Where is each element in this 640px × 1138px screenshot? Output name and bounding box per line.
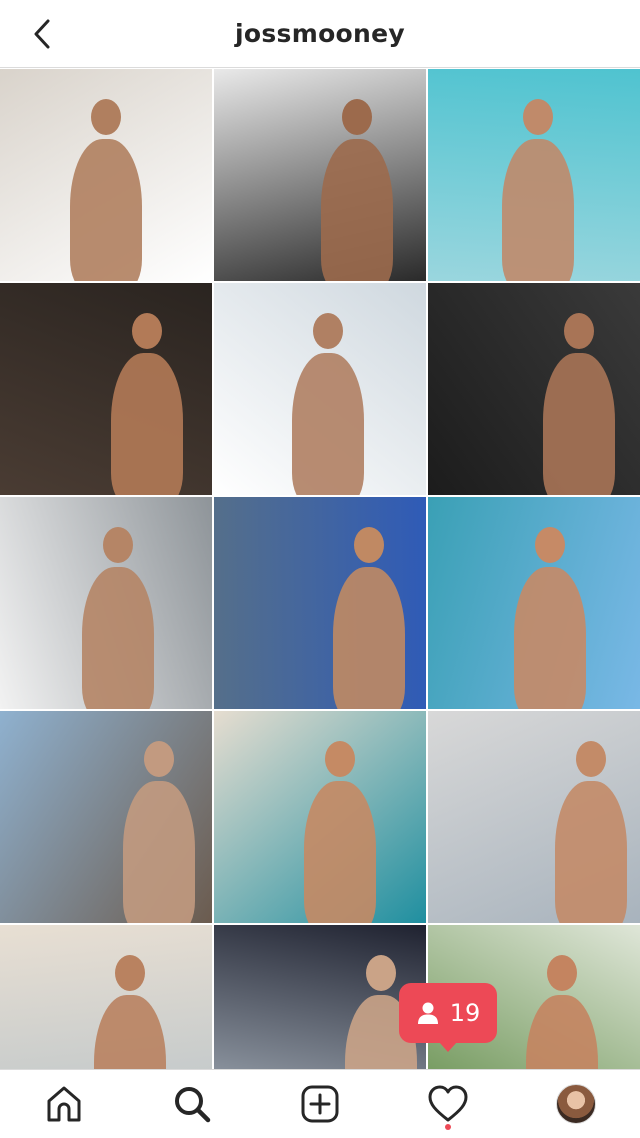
post-thumbnail[interactable]: [428, 497, 640, 709]
activity-dot: [445, 1124, 451, 1130]
post-thumbnail[interactable]: [214, 283, 426, 495]
post-thumbnail[interactable]: [428, 283, 640, 495]
photo-subject: [123, 781, 195, 923]
photo-subject-head: [535, 527, 565, 563]
profile-username-title: jossmooney: [235, 19, 405, 48]
follow-notification-badge[interactable]: 19: [399, 983, 497, 1052]
photo-background: [214, 69, 426, 281]
post-thumbnail[interactable]: [0, 925, 212, 1069]
photo-subject-head: [325, 741, 355, 777]
post-thumbnail[interactable]: [428, 711, 640, 923]
post-thumbnail[interactable]: [214, 497, 426, 709]
photo-subject: [70, 139, 142, 281]
photo-subject: [304, 781, 376, 923]
photo-subject-head: [91, 99, 121, 135]
photo-subject-head: [564, 313, 594, 349]
avatar: [556, 1084, 596, 1124]
post-thumbnail[interactable]: [214, 69, 426, 281]
nav-search-button[interactable]: [160, 1072, 224, 1136]
post-thumbnail[interactable]: [214, 925, 426, 1069]
photo-subject: [321, 139, 393, 281]
post-thumbnail[interactable]: [428, 69, 640, 281]
person-icon: [417, 1002, 438, 1024]
photo-subject: [111, 353, 183, 495]
bottom-navigation: [0, 1069, 640, 1138]
photo-subject-head: [354, 527, 384, 563]
post-thumbnail[interactable]: [0, 69, 212, 281]
photo-subject: [555, 781, 627, 923]
heart-icon: [428, 1085, 468, 1122]
post-thumbnail[interactable]: [0, 497, 212, 709]
top-bar: jossmooney: [0, 0, 640, 68]
posts-grid: [0, 69, 640, 1069]
screen: jossmooney 19: [0, 0, 640, 1138]
photo-subject: [514, 567, 586, 709]
photo-subject: [82, 567, 154, 709]
home-icon: [47, 1086, 81, 1122]
photo-subject-head: [115, 955, 145, 991]
post-thumbnail[interactable]: [214, 711, 426, 923]
post-thumbnail[interactable]: [0, 283, 212, 495]
photo-subject-head: [576, 741, 606, 777]
photo-subject: [333, 567, 405, 709]
nav-home-button[interactable]: [32, 1072, 96, 1136]
nav-profile-button[interactable]: [544, 1072, 608, 1136]
plus-square-icon: [301, 1085, 339, 1123]
search-icon: [175, 1087, 211, 1123]
post-thumbnail[interactable]: [0, 711, 212, 923]
photo-subject-head: [313, 313, 343, 349]
nav-activity-button[interactable]: [416, 1072, 480, 1136]
photo-subject-head: [144, 741, 174, 777]
photo-subject: [543, 353, 615, 495]
photo-subject: [502, 139, 574, 281]
photo-subject-head: [132, 313, 162, 349]
nav-new-post-button[interactable]: [288, 1072, 352, 1136]
photo-subject-head: [547, 955, 577, 991]
photo-subject-head: [342, 99, 372, 135]
notification-count: 19: [449, 999, 481, 1027]
photo-subject: [292, 353, 364, 495]
photo-subject-head: [523, 99, 553, 135]
photo-subject-head: [366, 955, 396, 991]
photo-subject-head: [103, 527, 133, 563]
